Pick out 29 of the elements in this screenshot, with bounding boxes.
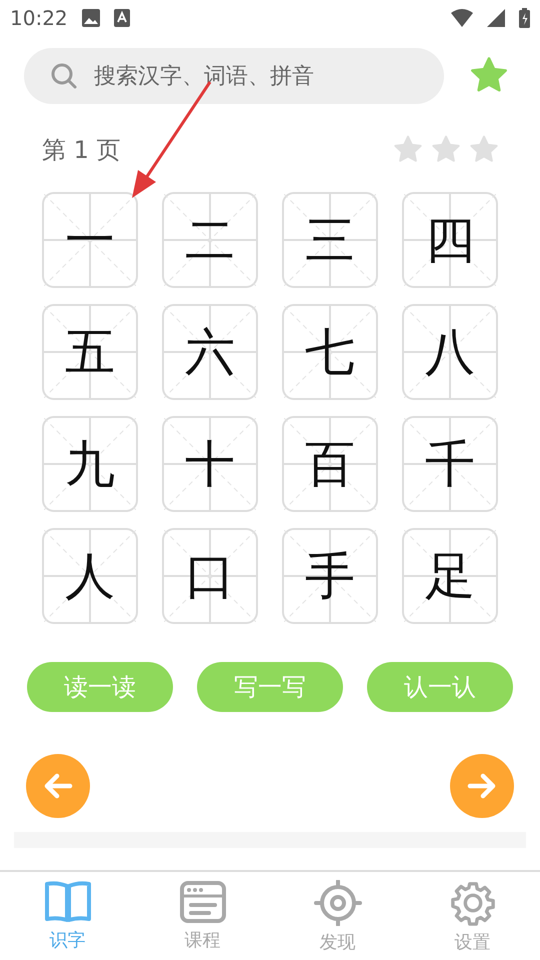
character-cell[interactable]: 千	[402, 416, 498, 512]
search-field[interactable]: 搜索汉字、词语、拼音	[24, 48, 444, 104]
search-icon	[50, 62, 78, 90]
text-icon	[114, 9, 130, 27]
character-cell[interactable]: 五	[42, 304, 138, 400]
character-cell[interactable]: 十	[162, 416, 258, 512]
character-cell[interactable]: 一	[42, 192, 138, 288]
character-cell[interactable]: 手	[282, 528, 378, 624]
target-icon	[314, 880, 362, 926]
character-cell[interactable]: 八	[402, 304, 498, 400]
status-time: 10:22	[10, 6, 68, 30]
character-cell[interactable]: 足	[402, 528, 498, 624]
character-cell[interactable]: 二	[162, 192, 258, 288]
battery-icon	[519, 8, 530, 28]
book-icon	[42, 880, 92, 924]
character-cell[interactable]: 九	[42, 416, 138, 512]
character-cell[interactable]: 六	[162, 304, 258, 400]
signal-icon	[487, 9, 505, 27]
wifi-icon	[451, 9, 473, 27]
character-cell[interactable]: 人	[42, 528, 138, 624]
page-number: 第 1 页	[42, 135, 121, 166]
character-cell[interactable]: 百	[282, 416, 378, 512]
browser-window-icon	[178, 880, 226, 924]
image-icon	[82, 9, 100, 27]
settings-icon	[448, 880, 496, 926]
character-cell[interactable]: 四	[402, 192, 498, 288]
character-cell[interactable]: 口	[162, 528, 258, 624]
character-cell[interactable]: 三	[282, 192, 378, 288]
character-cell[interactable]: 七	[282, 304, 378, 400]
